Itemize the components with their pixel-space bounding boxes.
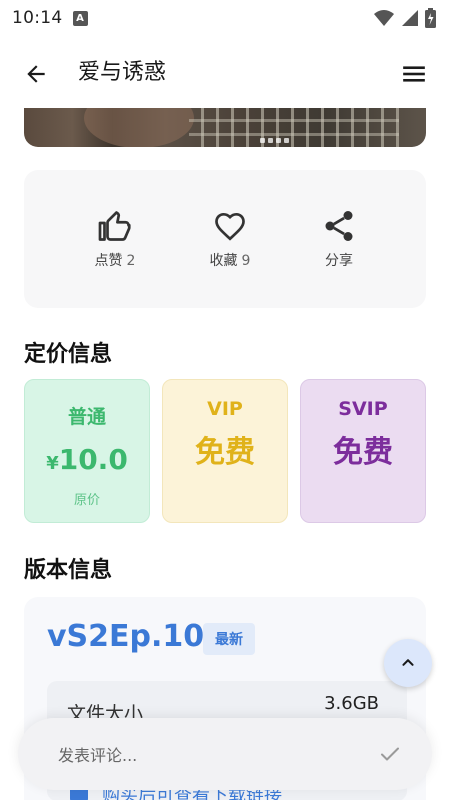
price-value-vip: 免费	[195, 435, 255, 470]
scroll-to-top-button[interactable]	[384, 639, 432, 687]
file-size-value: 3.6GB	[324, 693, 379, 714]
like-label: 点赞	[94, 253, 123, 269]
price-tier-svip: SVIP	[338, 398, 388, 420]
thumbs-up-icon	[98, 211, 131, 241]
like-count: 2	[126, 253, 136, 269]
favorite-button[interactable]: 收藏 9	[185, 208, 275, 270]
share-icon	[325, 211, 353, 241]
cover-image-pattern	[189, 108, 399, 147]
pricing-section-title: 定价信息	[24, 342, 113, 367]
price-card-vip: VIP 免费	[162, 379, 288, 523]
action-card: 点赞 2 收藏 9 分享	[24, 170, 426, 308]
price-card-normal: 普通 ¥10.0 原价	[24, 379, 150, 523]
version-section-title: 版本信息	[24, 558, 113, 583]
latest-badge: 最新	[203, 623, 255, 655]
version-name: vS2Ep.10	[47, 619, 205, 654]
signal-icon	[402, 10, 418, 26]
app-bar: 爱与诱惑	[0, 44, 450, 102]
price-currency: ¥	[46, 453, 59, 474]
image-pager-dots	[260, 138, 289, 143]
back-button[interactable]	[20, 58, 52, 90]
price-card-svip: SVIP 免费	[300, 379, 426, 523]
cover-image	[24, 108, 426, 147]
battery-icon	[425, 8, 436, 28]
share-label: 分享	[325, 253, 353, 269]
comment-input[interactable]: 发表评论...	[58, 742, 137, 766]
hamburger-menu-icon	[403, 66, 425, 82]
price-note-normal: 原价	[73, 493, 100, 508]
status-icons	[373, 8, 436, 28]
share-button[interactable]: 分享	[294, 208, 384, 270]
favorite-label: 收藏	[209, 253, 238, 269]
notification-icon: A	[72, 10, 88, 26]
status-bar: 10:14 A	[0, 0, 450, 36]
price-value-normal: 10.0	[58, 443, 128, 476]
cover-image-shape	[84, 108, 194, 147]
menu-button[interactable]	[398, 58, 430, 90]
arrow-left-icon	[27, 65, 45, 83]
comment-bar: 发表评论...	[18, 718, 432, 790]
favorite-count: 9	[241, 253, 251, 269]
check-icon	[381, 747, 399, 761]
price-tier-normal: 普通	[67, 406, 106, 428]
page-title: 爱与诱惑	[78, 60, 167, 85]
status-time: 10:14	[12, 8, 63, 28]
send-comment-button[interactable]	[376, 740, 404, 768]
heart-icon	[215, 212, 245, 241]
price-tier-vip: VIP	[207, 398, 243, 420]
chevron-up-icon	[402, 659, 414, 666]
wifi-icon	[374, 10, 394, 26]
like-button[interactable]: 点赞 2	[70, 208, 160, 270]
price-value-svip: 免费	[333, 435, 393, 470]
